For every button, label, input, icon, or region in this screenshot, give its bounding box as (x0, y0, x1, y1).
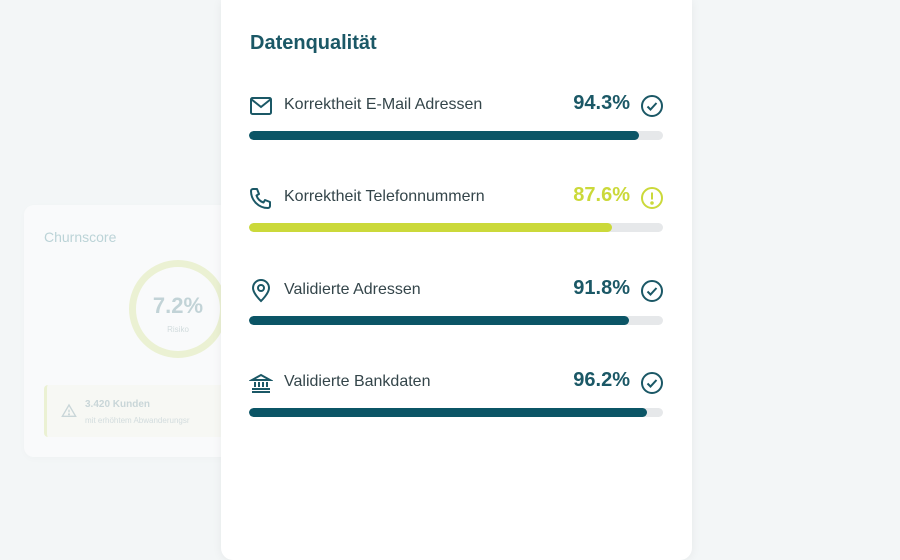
churnscore-title: Churnscore (44, 229, 117, 245)
churnscore-label: Risiko (167, 325, 189, 334)
metric-row-addresses: Validierte Adressen 91.8% (249, 277, 664, 339)
progress-fill (249, 131, 640, 140)
progress-track (249, 223, 663, 232)
check-circle-icon (641, 280, 663, 302)
warning-icon (61, 403, 77, 417)
bank-icon (249, 373, 273, 393)
check-circle-icon (641, 95, 663, 117)
data-quality-card: Datenqualität Korrektheit E-Mail Adresse… (221, 0, 692, 560)
metric-row-phone: Korrektheit Telefonnummern 87.6% (249, 184, 664, 246)
metric-label: Korrektheit Telefonnummern (284, 188, 485, 205)
progress-track (249, 316, 663, 325)
progress-fill (249, 408, 648, 417)
mail-icon (250, 97, 272, 115)
metric-label: Validierte Adressen (284, 281, 421, 298)
card-title: Datenqualität (250, 32, 377, 54)
metric-value: 94.3% (573, 92, 630, 114)
progress-track (249, 131, 663, 140)
location-pin-icon (251, 279, 271, 303)
metric-row-email: Korrektheit E-Mail Adressen 94.3% (249, 92, 664, 154)
metric-label: Korrektheit E-Mail Adressen (284, 96, 483, 113)
metric-value: 91.8% (573, 277, 630, 299)
churnscore-value: 7.2% (152, 293, 204, 318)
metric-value: 96.2% (573, 369, 630, 391)
phone-icon (250, 188, 271, 209)
metric-value: 87.6% (573, 184, 630, 206)
progress-fill (249, 223, 612, 232)
churnscore-ring: 7.2% Risiko (129, 260, 227, 358)
progress-fill (249, 316, 630, 325)
alert-title: 3.420 Kunden (85, 399, 151, 410)
warning-circle-icon (641, 187, 663, 209)
check-circle-icon (641, 372, 663, 394)
metric-label: Validierte Bankdaten (284, 373, 431, 390)
progress-track (249, 408, 663, 417)
alert-text: mit erhöhtem Abwanderungsr (85, 416, 190, 425)
metric-row-bankdata: Validierte Bankdaten 96.2% (249, 369, 664, 431)
